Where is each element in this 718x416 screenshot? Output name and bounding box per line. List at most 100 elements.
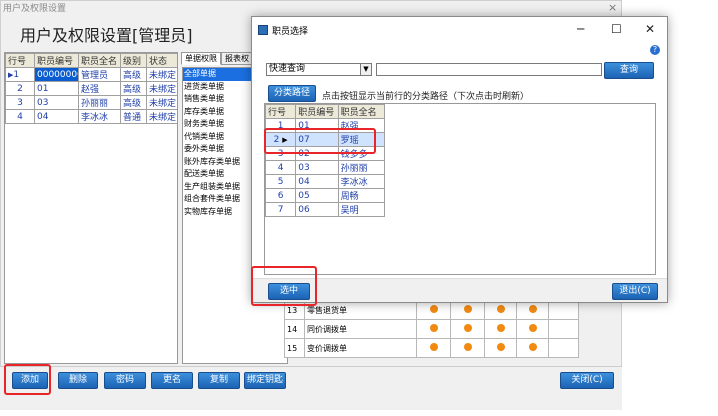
- permission-dot[interactable]: [463, 305, 472, 313]
- row-name: 管理员: [78, 67, 121, 82]
- permission-dot[interactable]: [528, 305, 537, 313]
- row-code: 00000000: [34, 67, 79, 82]
- dialog-title: 职员选择: [272, 27, 309, 37]
- permission-dot[interactable]: [496, 324, 505, 332]
- row-code: 02: [295, 146, 339, 161]
- perm-row-name: 变价调拨单: [304, 338, 417, 358]
- permission-dot[interactable]: [429, 324, 438, 332]
- col-header-name[interactable]: 职员全名: [337, 104, 386, 119]
- row-no: 2 ▶: [265, 132, 297, 147]
- row-name: 孙丽丽: [78, 95, 121, 110]
- table-row[interactable]: 2 01 赵强 高级 未绑定: [5, 81, 177, 96]
- search-input[interactable]: [376, 63, 602, 76]
- tab-report-permission[interactable]: 报表权: [221, 52, 253, 65]
- row-status: 未绑定: [146, 109, 177, 124]
- dialog-footer: [252, 278, 667, 302]
- row-no: 4: [5, 109, 35, 124]
- row-code: 03: [34, 95, 79, 110]
- permission-dot[interactable]: [429, 343, 438, 351]
- table-row[interactable]: 7 06 吴明: [265, 202, 386, 217]
- table-row[interactable]: 4 03 孙丽丽: [265, 160, 386, 175]
- col-header-level[interactable]: 级别: [120, 53, 147, 68]
- page-title: 用户及权限设置[管理员]: [20, 26, 193, 45]
- select-button[interactable]: 选中: [268, 283, 310, 300]
- chevron-down-icon[interactable]: ▼: [360, 64, 371, 75]
- permission-grid: 13 零售退货单 14 同价调拨单 15 变价调拨单: [284, 300, 579, 358]
- permission-dot[interactable]: [496, 305, 505, 313]
- password-button[interactable]: 密码: [104, 372, 146, 389]
- permission-dot[interactable]: [463, 343, 472, 351]
- row-code: 05: [295, 188, 339, 203]
- permission-dot[interactable]: [496, 343, 505, 351]
- row-code: 04: [295, 174, 339, 189]
- row-code: 03: [295, 160, 339, 175]
- perm-row-name: 零售退货单: [304, 300, 417, 320]
- help-icon[interactable]: ?: [650, 45, 660, 55]
- user-table: 行号 职员编号 职员全名 级别 状态 ▶1 00000000 管理员 高级 未绑…: [5, 53, 177, 124]
- permission-dot[interactable]: [429, 305, 438, 313]
- perm-row-no: 15: [284, 338, 305, 358]
- col-header-name[interactable]: 职员全名: [78, 53, 121, 68]
- table-row[interactable]: 3 03 孙丽丽 高级 未绑定: [5, 95, 177, 110]
- row-status: 未绑定: [146, 67, 177, 82]
- add-button[interactable]: 添加: [12, 372, 48, 389]
- row-name: 李冰冰: [337, 174, 386, 189]
- table-row[interactable]: 13 零售退货单: [284, 300, 579, 320]
- row-name: 赵强: [78, 81, 121, 96]
- dialog-app-icon: [258, 25, 268, 35]
- row-name: 罗瑶: [337, 132, 386, 147]
- row-no: ▶1: [5, 67, 35, 82]
- row-no: 3: [5, 95, 35, 110]
- table-row[interactable]: 4 04 李冰冰 普通 未绑定: [5, 109, 177, 124]
- table-row[interactable]: 15 变价调拨单: [284, 338, 579, 358]
- perm-row-name: 同价调拨单: [304, 319, 417, 339]
- bind-key-button[interactable]: 绑定钥匙: [244, 372, 286, 389]
- table-row[interactable]: 3 02 钱多多: [265, 146, 386, 161]
- table-row[interactable]: ▶1 00000000 管理员 高级 未绑定: [5, 67, 177, 82]
- row-level: 高级: [120, 67, 147, 82]
- minimize-icon[interactable]: ─: [577, 22, 584, 36]
- copy-button[interactable]: 复制: [198, 372, 240, 389]
- col-header-code[interactable]: 职员编号: [295, 104, 339, 119]
- row-name: 孙丽丽: [337, 160, 386, 175]
- permission-dot[interactable]: [463, 324, 472, 332]
- row-code: 01: [34, 81, 79, 96]
- row-code: 01: [295, 118, 339, 133]
- col-header-no[interactable]: 行号: [5, 53, 35, 68]
- exit-button[interactable]: 退出(C): [612, 283, 658, 300]
- col-header-no[interactable]: 行号: [265, 104, 297, 119]
- col-header-status[interactable]: 状态: [146, 53, 177, 68]
- window-close-button[interactable]: ×: [608, 1, 617, 14]
- delete-button[interactable]: 删除: [58, 372, 98, 389]
- close-icon[interactable]: ✕: [645, 22, 655, 36]
- col-header-code[interactable]: 职员编号: [34, 53, 79, 68]
- tab-document-permission[interactable]: 单据权限: [181, 52, 221, 65]
- category-path-button[interactable]: 分类路径: [268, 85, 316, 102]
- row-status: 未绑定: [146, 81, 177, 96]
- search-mode-value: 快速查询: [269, 64, 306, 74]
- hint-text: 点击按钮显示当前行的分类路径（下次点击时刷新）: [322, 92, 530, 102]
- permission-dot[interactable]: [528, 343, 537, 351]
- table-row[interactable]: 5 04 李冰冰: [265, 174, 386, 189]
- row-name: 吴明: [337, 202, 386, 217]
- maximize-icon[interactable]: ☐: [611, 22, 622, 36]
- row-no: 7: [265, 202, 297, 217]
- row-level: 高级: [120, 81, 147, 96]
- row-status: 未绑定: [146, 95, 177, 110]
- table-row[interactable]: 14 同价调拨单: [284, 319, 579, 339]
- row-level: 普通: [120, 109, 147, 124]
- table-row[interactable]: 6 05 周畅: [265, 188, 386, 203]
- search-button[interactable]: 查询: [604, 62, 654, 79]
- row-no: 6: [265, 188, 297, 203]
- permission-dot[interactable]: [528, 324, 537, 332]
- row-code: 06: [295, 202, 339, 217]
- table-row[interactable]: 1 01 赵强: [265, 118, 386, 133]
- rename-button[interactable]: 更名: [151, 372, 193, 389]
- table-row-selected[interactable]: 2 ▶ 07 罗瑶: [265, 132, 386, 147]
- row-no: 4: [265, 160, 297, 175]
- search-mode-select[interactable]: 快速查询 ▼: [266, 63, 372, 76]
- row-code: 04: [34, 109, 79, 124]
- row-name: 周畅: [337, 188, 386, 203]
- row-code: 07: [295, 132, 339, 147]
- close-button[interactable]: 关闭(C): [560, 372, 614, 389]
